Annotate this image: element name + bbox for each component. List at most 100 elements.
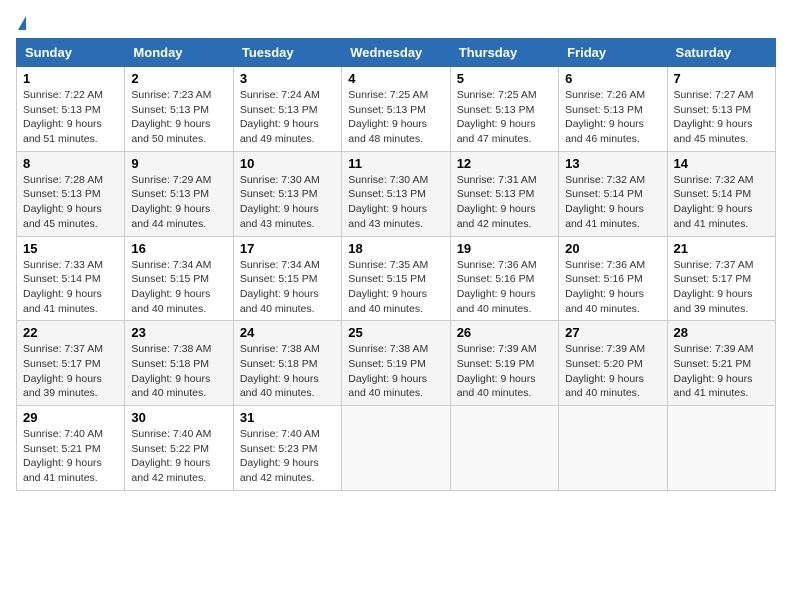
day-detail: Sunrise: 7:35 AMSunset: 5:15 PMDaylight:… xyxy=(348,258,443,317)
day-number: 10 xyxy=(240,156,335,171)
calendar-cell: 18 Sunrise: 7:35 AMSunset: 5:15 PMDayligh… xyxy=(342,236,450,321)
calendar-cell: 12 Sunrise: 7:31 AMSunset: 5:13 PMDayligh… xyxy=(450,151,558,236)
calendar-cell: 28 Sunrise: 7:39 AMSunset: 5:21 PMDayligh… xyxy=(667,321,775,406)
day-detail: Sunrise: 7:26 AMSunset: 5:13 PMDaylight:… xyxy=(565,88,660,147)
day-number: 15 xyxy=(23,241,118,256)
day-number: 6 xyxy=(565,71,660,86)
day-number: 22 xyxy=(23,325,118,340)
day-number: 27 xyxy=(565,325,660,340)
header-saturday: Saturday xyxy=(667,39,775,67)
day-number: 13 xyxy=(565,156,660,171)
day-number: 1 xyxy=(23,71,118,86)
calendar-cell: 9 Sunrise: 7:29 AMSunset: 5:13 PMDaylight… xyxy=(125,151,233,236)
calendar-cell: 27 Sunrise: 7:39 AMSunset: 5:20 PMDayligh… xyxy=(559,321,667,406)
calendar-cell: 15 Sunrise: 7:33 AMSunset: 5:14 PMDayligh… xyxy=(17,236,125,321)
day-number: 31 xyxy=(240,410,335,425)
calendar-cell: 10 Sunrise: 7:30 AMSunset: 5:13 PMDayligh… xyxy=(233,151,341,236)
calendar-cell: 25Sunrise: 7:38 AMSunset: 5:19 PMDayligh… xyxy=(342,321,450,406)
day-detail: Sunrise: 7:38 AMSunset: 5:18 PMDaylight:… xyxy=(240,342,335,401)
day-number: 16 xyxy=(131,241,226,256)
calendar-cell: 13 Sunrise: 7:32 AMSunset: 5:14 PMDayligh… xyxy=(559,151,667,236)
calendar-cell: 11 Sunrise: 7:30 AMSunset: 5:13 PMDayligh… xyxy=(342,151,450,236)
day-number: 5 xyxy=(457,71,552,86)
day-number: 19 xyxy=(457,241,552,256)
day-detail: Sunrise: 7:25 AMSunset: 5:13 PMDaylight:… xyxy=(348,88,443,147)
day-detail: Sunrise: 7:23 AMSunset: 5:13 PMDaylight:… xyxy=(131,88,226,147)
calendar-cell: 8Sunrise: 7:28 AMSunset: 5:13 PMDaylight… xyxy=(17,151,125,236)
day-number: 18 xyxy=(348,241,443,256)
calendar-cell: 24 Sunrise: 7:38 AMSunset: 5:18 PMDayligh… xyxy=(233,321,341,406)
day-detail: Sunrise: 7:33 AMSunset: 5:14 PMDaylight:… xyxy=(23,258,118,317)
day-number: 11 xyxy=(348,156,443,171)
header-thursday: Thursday xyxy=(450,39,558,67)
calendar-week-row: 29Sunrise: 7:40 AMSunset: 5:21 PMDayligh… xyxy=(17,406,776,491)
day-detail: Sunrise: 7:39 AMSunset: 5:20 PMDaylight:… xyxy=(565,342,660,401)
header-monday: Monday xyxy=(125,39,233,67)
day-number: 8 xyxy=(23,156,118,171)
calendar-cell: 23Sunrise: 7:38 AMSunset: 5:18 PMDayligh… xyxy=(125,321,233,406)
calendar-cell: 5Sunrise: 7:25 AMSunset: 5:13 PMDaylight… xyxy=(450,67,558,152)
day-detail: Sunrise: 7:39 AMSunset: 5:21 PMDaylight:… xyxy=(674,342,769,401)
calendar-cell: 31 Sunrise: 7:40 AMSunset: 5:23 PMDayligh… xyxy=(233,406,341,491)
calendar-table: SundayMondayTuesdayWednesdayThursdayFrid… xyxy=(16,38,776,491)
day-detail: Sunrise: 7:34 AMSunset: 5:15 PMDaylight:… xyxy=(240,258,335,317)
day-detail: Sunrise: 7:32 AMSunset: 5:14 PMDaylight:… xyxy=(674,173,769,232)
calendar-cell xyxy=(450,406,558,491)
day-number: 7 xyxy=(674,71,769,86)
logo xyxy=(16,16,26,30)
day-detail: Sunrise: 7:37 AMSunset: 5:17 PMDaylight:… xyxy=(23,342,118,401)
header-sunday: Sunday xyxy=(17,39,125,67)
calendar-cell: 4 Sunrise: 7:25 AMSunset: 5:13 PMDaylight… xyxy=(342,67,450,152)
day-detail: Sunrise: 7:32 AMSunset: 5:14 PMDaylight:… xyxy=(565,173,660,232)
day-detail: Sunrise: 7:24 AMSunset: 5:13 PMDaylight:… xyxy=(240,88,335,147)
day-detail: Sunrise: 7:27 AMSunset: 5:13 PMDaylight:… xyxy=(674,88,769,147)
calendar-cell: 20 Sunrise: 7:36 AMSunset: 5:16 PMDayligh… xyxy=(559,236,667,321)
day-detail: Sunrise: 7:22 AMSunset: 5:13 PMDaylight:… xyxy=(23,88,118,147)
day-detail: Sunrise: 7:40 AMSunset: 5:23 PMDaylight:… xyxy=(240,427,335,486)
day-number: 23 xyxy=(131,325,226,340)
calendar-week-row: 1 Sunrise: 7:22 AMSunset: 5:13 PMDaylight… xyxy=(17,67,776,152)
header-wednesday: Wednesday xyxy=(342,39,450,67)
day-detail: Sunrise: 7:38 AMSunset: 5:19 PMDaylight:… xyxy=(348,342,443,401)
day-detail: Sunrise: 7:40 AMSunset: 5:22 PMDaylight:… xyxy=(131,427,226,486)
header-friday: Friday xyxy=(559,39,667,67)
calendar-cell: 6 Sunrise: 7:26 AMSunset: 5:13 PMDaylight… xyxy=(559,67,667,152)
day-number: 21 xyxy=(674,241,769,256)
calendar-cell: 17 Sunrise: 7:34 AMSunset: 5:15 PMDayligh… xyxy=(233,236,341,321)
calendar-cell: 22 Sunrise: 7:37 AMSunset: 5:17 PMDayligh… xyxy=(17,321,125,406)
day-detail: Sunrise: 7:30 AMSunset: 5:13 PMDaylight:… xyxy=(348,173,443,232)
calendar-cell: 30 Sunrise: 7:40 AMSunset: 5:22 PMDayligh… xyxy=(125,406,233,491)
calendar-cell: 1 Sunrise: 7:22 AMSunset: 5:13 PMDaylight… xyxy=(17,67,125,152)
calendar-cell xyxy=(559,406,667,491)
day-detail: Sunrise: 7:30 AMSunset: 5:13 PMDaylight:… xyxy=(240,173,335,232)
calendar-cell: 7 Sunrise: 7:27 AMSunset: 5:13 PMDaylight… xyxy=(667,67,775,152)
day-number: 3 xyxy=(240,71,335,86)
day-number: 12 xyxy=(457,156,552,171)
calendar-cell: 2 Sunrise: 7:23 AMSunset: 5:13 PMDaylight… xyxy=(125,67,233,152)
logo-icon xyxy=(18,16,26,30)
calendar-cell: 16 Sunrise: 7:34 AMSunset: 5:15 PMDayligh… xyxy=(125,236,233,321)
day-number: 20 xyxy=(565,241,660,256)
calendar-week-row: 15 Sunrise: 7:33 AMSunset: 5:14 PMDayligh… xyxy=(17,236,776,321)
day-number: 2 xyxy=(131,71,226,86)
day-number: 30 xyxy=(131,410,226,425)
calendar-cell: 26 Sunrise: 7:39 AMSunset: 5:19 PMDayligh… xyxy=(450,321,558,406)
day-detail: Sunrise: 7:39 AMSunset: 5:19 PMDaylight:… xyxy=(457,342,552,401)
day-number: 24 xyxy=(240,325,335,340)
day-number: 14 xyxy=(674,156,769,171)
day-number: 28 xyxy=(674,325,769,340)
day-number: 26 xyxy=(457,325,552,340)
calendar-header-row: SundayMondayTuesdayWednesdayThursdayFrid… xyxy=(17,39,776,67)
calendar-cell: 29Sunrise: 7:40 AMSunset: 5:21 PMDayligh… xyxy=(17,406,125,491)
day-number: 29 xyxy=(23,410,118,425)
calendar-cell: 19 Sunrise: 7:36 AMSunset: 5:16 PMDayligh… xyxy=(450,236,558,321)
day-number: 17 xyxy=(240,241,335,256)
day-detail: Sunrise: 7:34 AMSunset: 5:15 PMDaylight:… xyxy=(131,258,226,317)
day-number: 9 xyxy=(131,156,226,171)
day-detail: Sunrise: 7:36 AMSunset: 5:16 PMDaylight:… xyxy=(565,258,660,317)
day-detail: Sunrise: 7:36 AMSunset: 5:16 PMDaylight:… xyxy=(457,258,552,317)
day-detail: Sunrise: 7:29 AMSunset: 5:13 PMDaylight:… xyxy=(131,173,226,232)
header-tuesday: Tuesday xyxy=(233,39,341,67)
day-number: 4 xyxy=(348,71,443,86)
day-detail: Sunrise: 7:31 AMSunset: 5:13 PMDaylight:… xyxy=(457,173,552,232)
